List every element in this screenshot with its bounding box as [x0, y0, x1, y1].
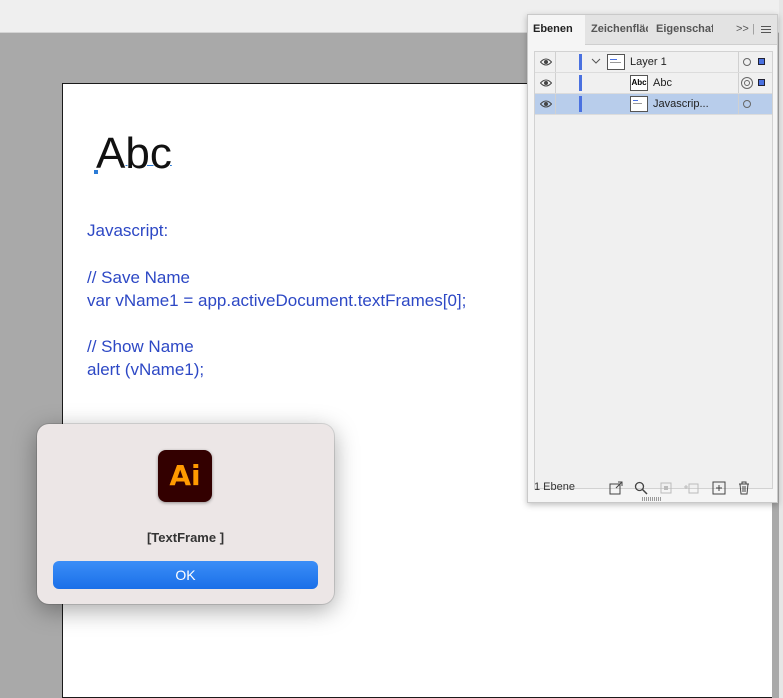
layer-row-layer-1[interactable]: Layer 1 [535, 52, 772, 73]
selection-indicator-icon[interactable] [758, 79, 765, 86]
layer-list: Layer 1 Abc Abc Javascrip... [534, 51, 773, 489]
panel-overflow-button[interactable]: >> [736, 15, 749, 44]
targeted-circle-icon[interactable] [741, 77, 753, 89]
tab-separator: | [752, 23, 755, 35]
column-divider [738, 94, 739, 114]
code-line-2[interactable]: // Save Name [87, 268, 190, 288]
eye-icon[interactable] [540, 57, 552, 67]
chevron-down-icon[interactable] [591, 55, 601, 67]
resize-grip[interactable] [642, 497, 662, 501]
ok-button[interactable]: OK [53, 561, 318, 589]
layer-thumbnail [607, 54, 625, 70]
column-divider [555, 73, 556, 93]
layer-name[interactable]: Layer 1 [630, 52, 667, 72]
new-sublayer-icon[interactable] [683, 480, 699, 496]
layer-name[interactable]: Abc [653, 73, 672, 93]
search-icon[interactable] [633, 480, 649, 496]
layer-name[interactable]: Javascrip... [653, 94, 709, 114]
layer-color-bar [579, 54, 582, 70]
layer-color-bar [579, 75, 582, 91]
alert-dialog: Ai [TextFrame ] OK [37, 424, 334, 604]
clipping-mask-icon[interactable] [658, 480, 674, 496]
code-line-5[interactable]: alert (vName1); [87, 360, 204, 380]
layer-color-bar [579, 96, 582, 112]
code-line-1[interactable]: Javascript: [87, 221, 168, 241]
tab-zeichenflaechen[interactable]: Zeichenfläc [586, 15, 648, 44]
target-circle-icon[interactable] [743, 100, 751, 108]
abc-text-frame[interactable]: Abc [96, 128, 172, 180]
export-icon[interactable] [608, 480, 624, 496]
column-divider [738, 73, 739, 93]
right-edge-strip [779, 0, 783, 698]
code-line-3[interactable]: var vName1 = app.activeDocument.textFram… [87, 291, 466, 311]
layers-panel: Ebenen Zeichenfläc Eigenschaft >> | Laye… [527, 14, 778, 503]
selection-indicator-icon[interactable] [758, 58, 765, 65]
layer-row-javascript[interactable]: Javascrip... [535, 94, 772, 115]
layer-row-abc[interactable]: Abc Abc [535, 73, 772, 94]
new-layer-icon[interactable] [711, 480, 727, 496]
eye-icon[interactable] [540, 78, 552, 88]
eye-icon[interactable] [540, 99, 552, 109]
code-line-4[interactable]: // Show Name [87, 337, 194, 357]
hamburger-menu-icon[interactable] [761, 25, 771, 35]
trash-icon[interactable] [736, 480, 752, 496]
text-object-thumbnail [630, 96, 648, 112]
tab-eigenschaften[interactable]: Eigenschaft [651, 15, 713, 44]
text-anchor-point [94, 170, 98, 174]
column-divider [738, 52, 739, 72]
column-divider [555, 94, 556, 114]
panel-tab-bar: Ebenen Zeichenfläc Eigenschaft >> | [528, 15, 777, 45]
dialog-message: [TextFrame ] [146, 530, 225, 545]
target-circle-icon[interactable] [743, 58, 751, 66]
tab-ebenen[interactable]: Ebenen [528, 15, 585, 45]
column-divider [555, 52, 556, 72]
illustrator-app-icon: Ai [158, 450, 212, 502]
layer-count-label: 1 Ebene [534, 481, 575, 493]
text-object-thumbnail: Abc [630, 75, 648, 91]
